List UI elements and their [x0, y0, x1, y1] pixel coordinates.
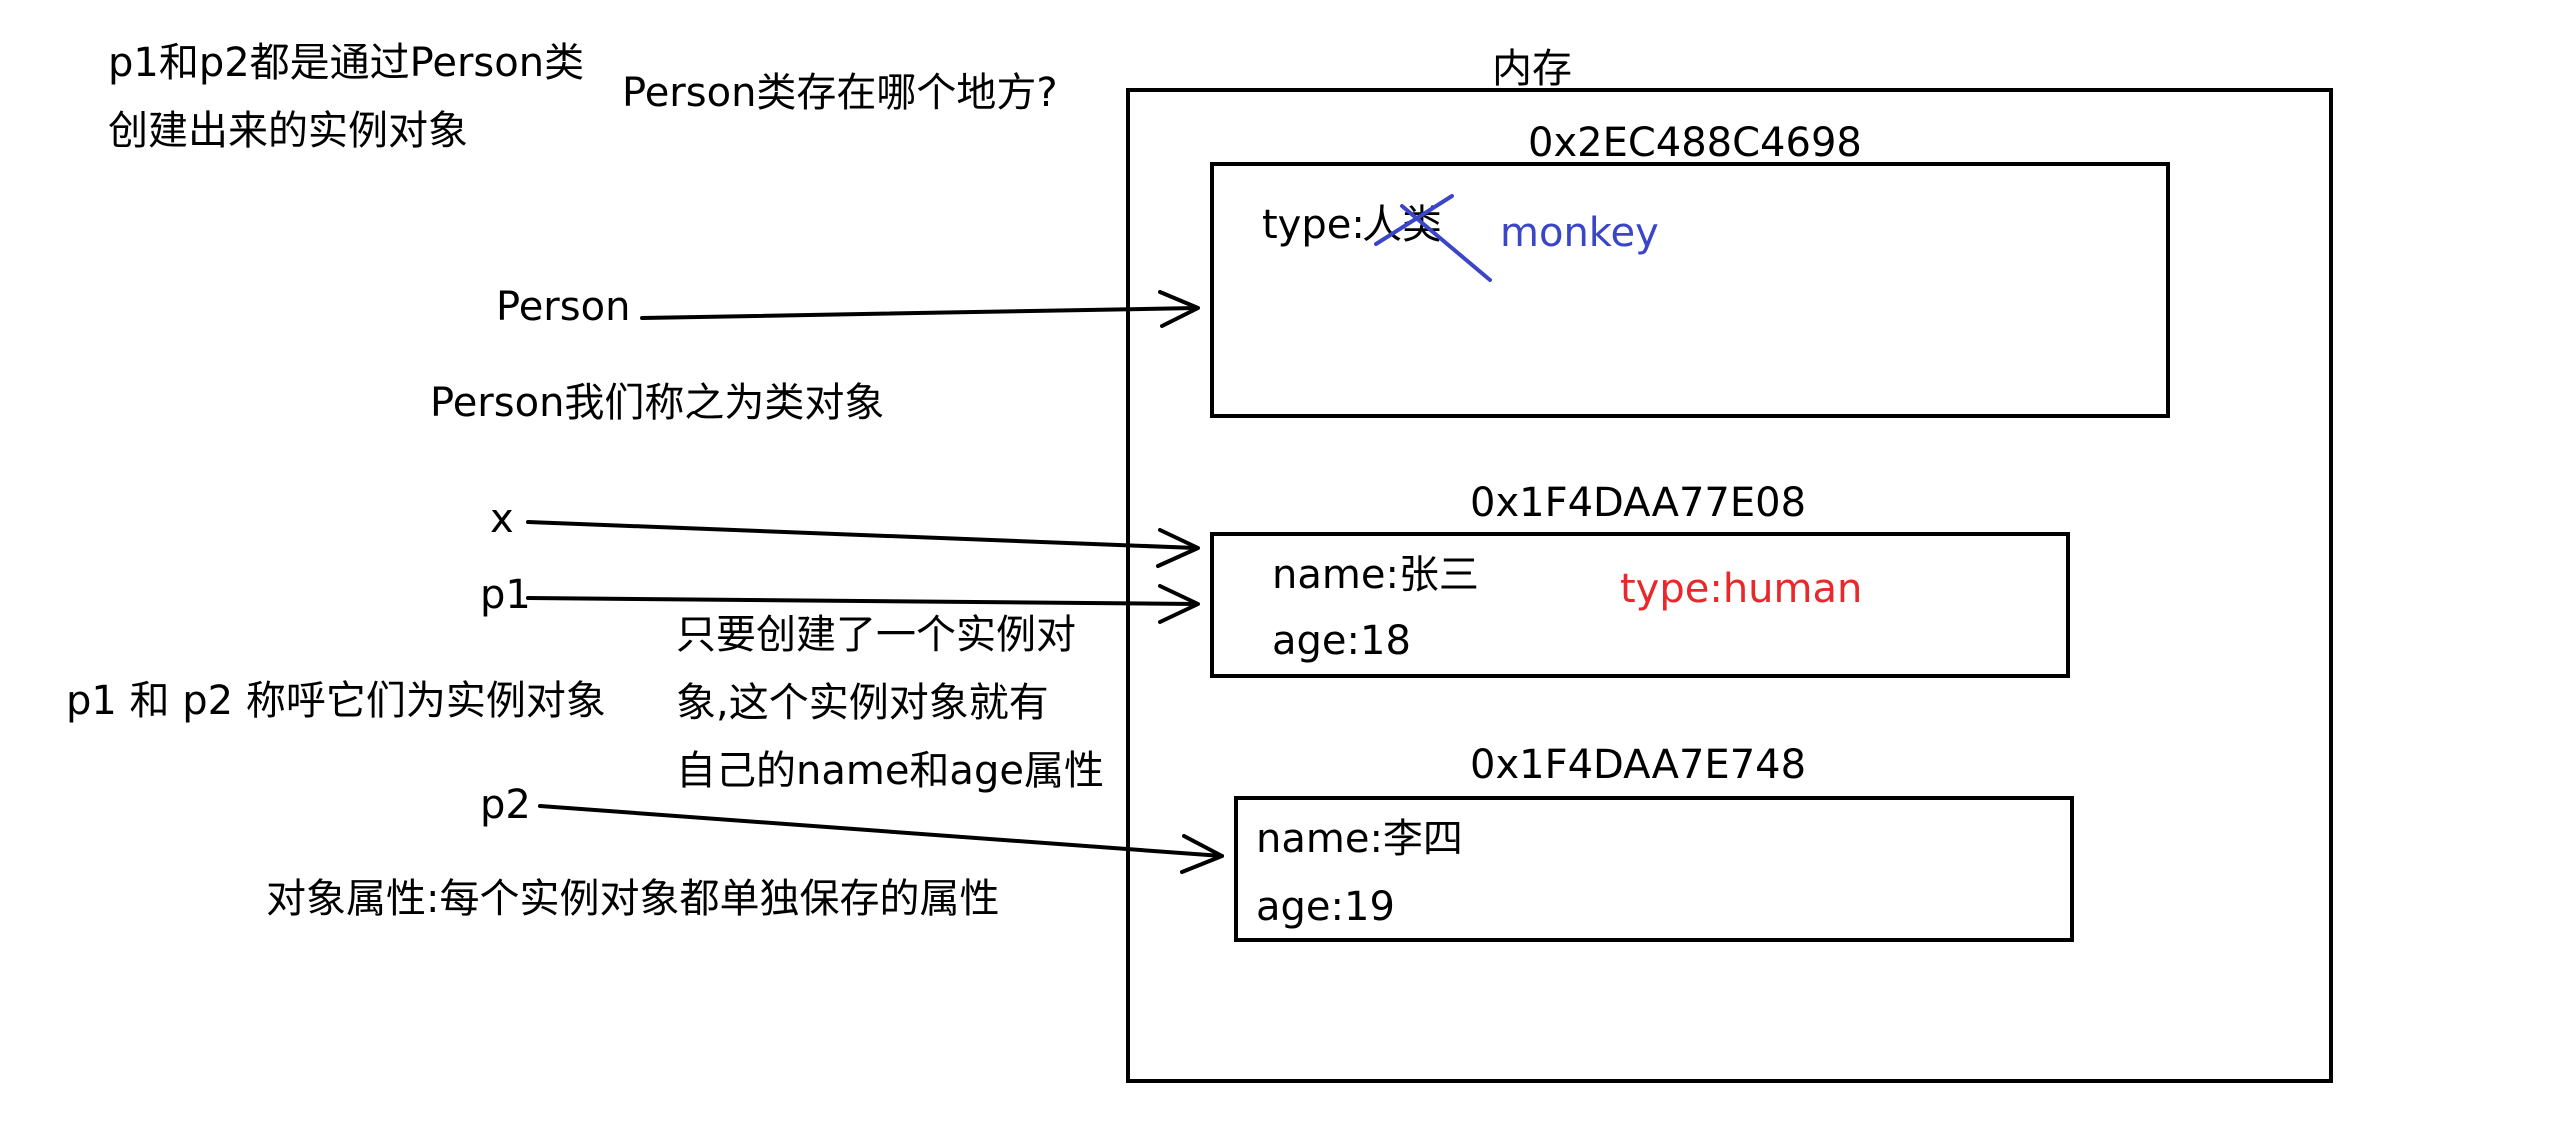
arrow-p1-to-obj1: [526, 584, 1200, 624]
strike-through-mark: [1374, 194, 1492, 282]
arrow-p2-to-obj2: [538, 804, 1224, 874]
arrow-x-to-obj1: [526, 520, 1200, 568]
arrow-person-to-class: [640, 290, 1200, 328]
arrows-layer: [526, 194, 1492, 874]
